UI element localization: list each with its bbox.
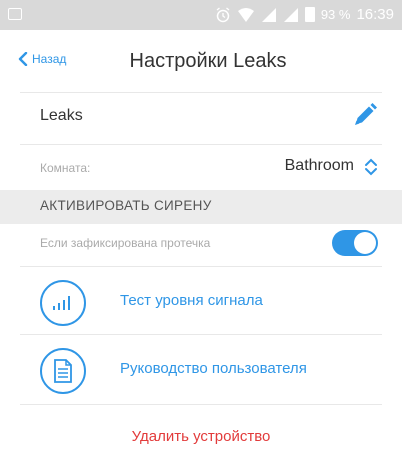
siren-section-header: АКТИВИРОВАТЬ СИРЕНУ <box>0 190 402 224</box>
user-manual-button[interactable]: Руководство пользователя <box>0 336 402 396</box>
room-label: Комната: <box>40 161 91 175</box>
alarm-icon <box>216 6 230 22</box>
nav-bar: Назад Настройки Leaks <box>0 30 402 92</box>
page-title: Настройки Leaks <box>129 50 287 72</box>
divider <box>20 266 382 267</box>
room-row[interactable]: Комната: Bathroom <box>0 147 402 187</box>
document-icon <box>40 348 86 394</box>
edit-name-button[interactable] <box>352 102 378 133</box>
user-manual-label: Руководство пользователя <box>120 360 307 377</box>
battery-icon <box>304 7 315 22</box>
room-value[interactable]: Bathroom <box>285 157 354 175</box>
battery-percent: 93 % <box>320 7 351 22</box>
status-bar: 93 % 16:39 <box>0 0 402 30</box>
signal-bars-icon <box>40 280 86 326</box>
divider <box>20 404 382 405</box>
wifi-icon <box>237 7 254 22</box>
chevron-up-down-icon[interactable] <box>364 157 378 177</box>
signal-test-button[interactable]: Тест уровня сигнала <box>0 268 402 328</box>
signal-icon <box>261 7 276 22</box>
status-bar-indicators: 93 % 16:39 <box>215 6 394 23</box>
leak-siren-toggle[interactable] <box>332 230 378 256</box>
device-name: Leaks <box>40 107 83 124</box>
clock: 16:39 <box>356 6 394 23</box>
signal-test-label: Тест уровня сигнала <box>120 292 263 309</box>
divider <box>20 334 382 335</box>
delete-device-button[interactable]: Удалить устройство <box>0 428 402 445</box>
section-title: АКТИВИРОВАТЬ СИРЕНУ <box>40 198 212 213</box>
leak-siren-label: Если зафиксирована протечка <box>40 236 211 250</box>
divider <box>20 144 382 145</box>
signal-icon-2 <box>283 7 298 22</box>
toggle-knob <box>354 232 376 254</box>
device-name-row: Leaks <box>0 94 402 142</box>
leak-siren-row: Если зафиксирована протечка <box>0 224 402 264</box>
pencil-icon <box>355 103 377 125</box>
divider <box>20 92 382 93</box>
screenshot-notification-icon <box>8 8 22 20</box>
